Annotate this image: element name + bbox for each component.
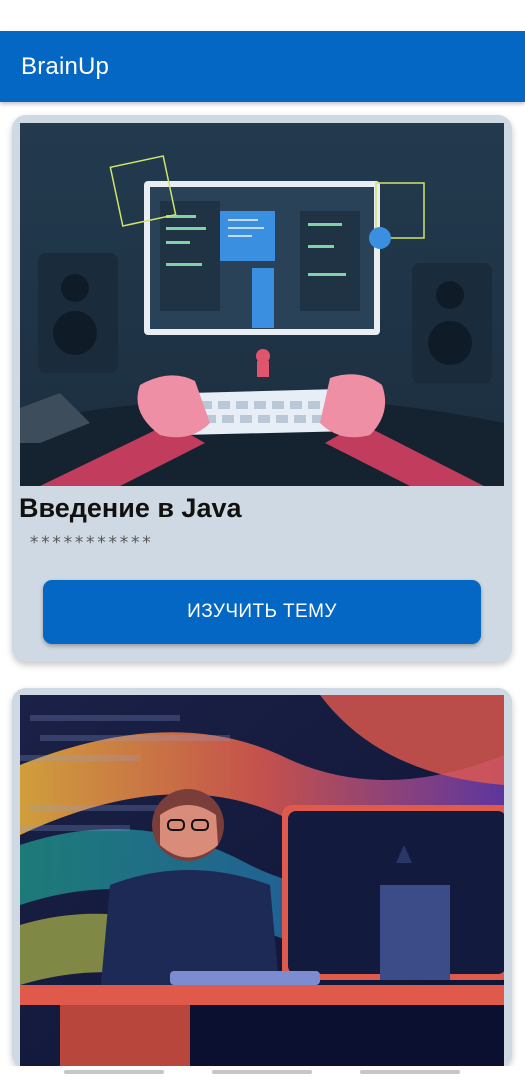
card-subtitle: *********** [29,533,153,553]
topic-card [12,688,512,1068]
topic-card: Введение в Java *********** ИЗУЧИТЬ ТЕМУ [12,115,512,662]
nav-handle-left[interactable] [64,1070,164,1074]
system-nav-bar [0,1066,525,1080]
study-topic-button[interactable]: ИЗУЧИТЬ ТЕМУ [43,580,481,644]
card-title: Введение в Java [19,493,242,523]
app-bar: BrainUp [0,31,525,102]
app-title: BrainUp [21,53,110,80]
nav-handle-right[interactable] [360,1070,460,1074]
topic-image [20,123,504,486]
status-bar [0,0,525,31]
topic-image [20,695,504,1068]
nav-handle-center[interactable] [212,1070,312,1074]
